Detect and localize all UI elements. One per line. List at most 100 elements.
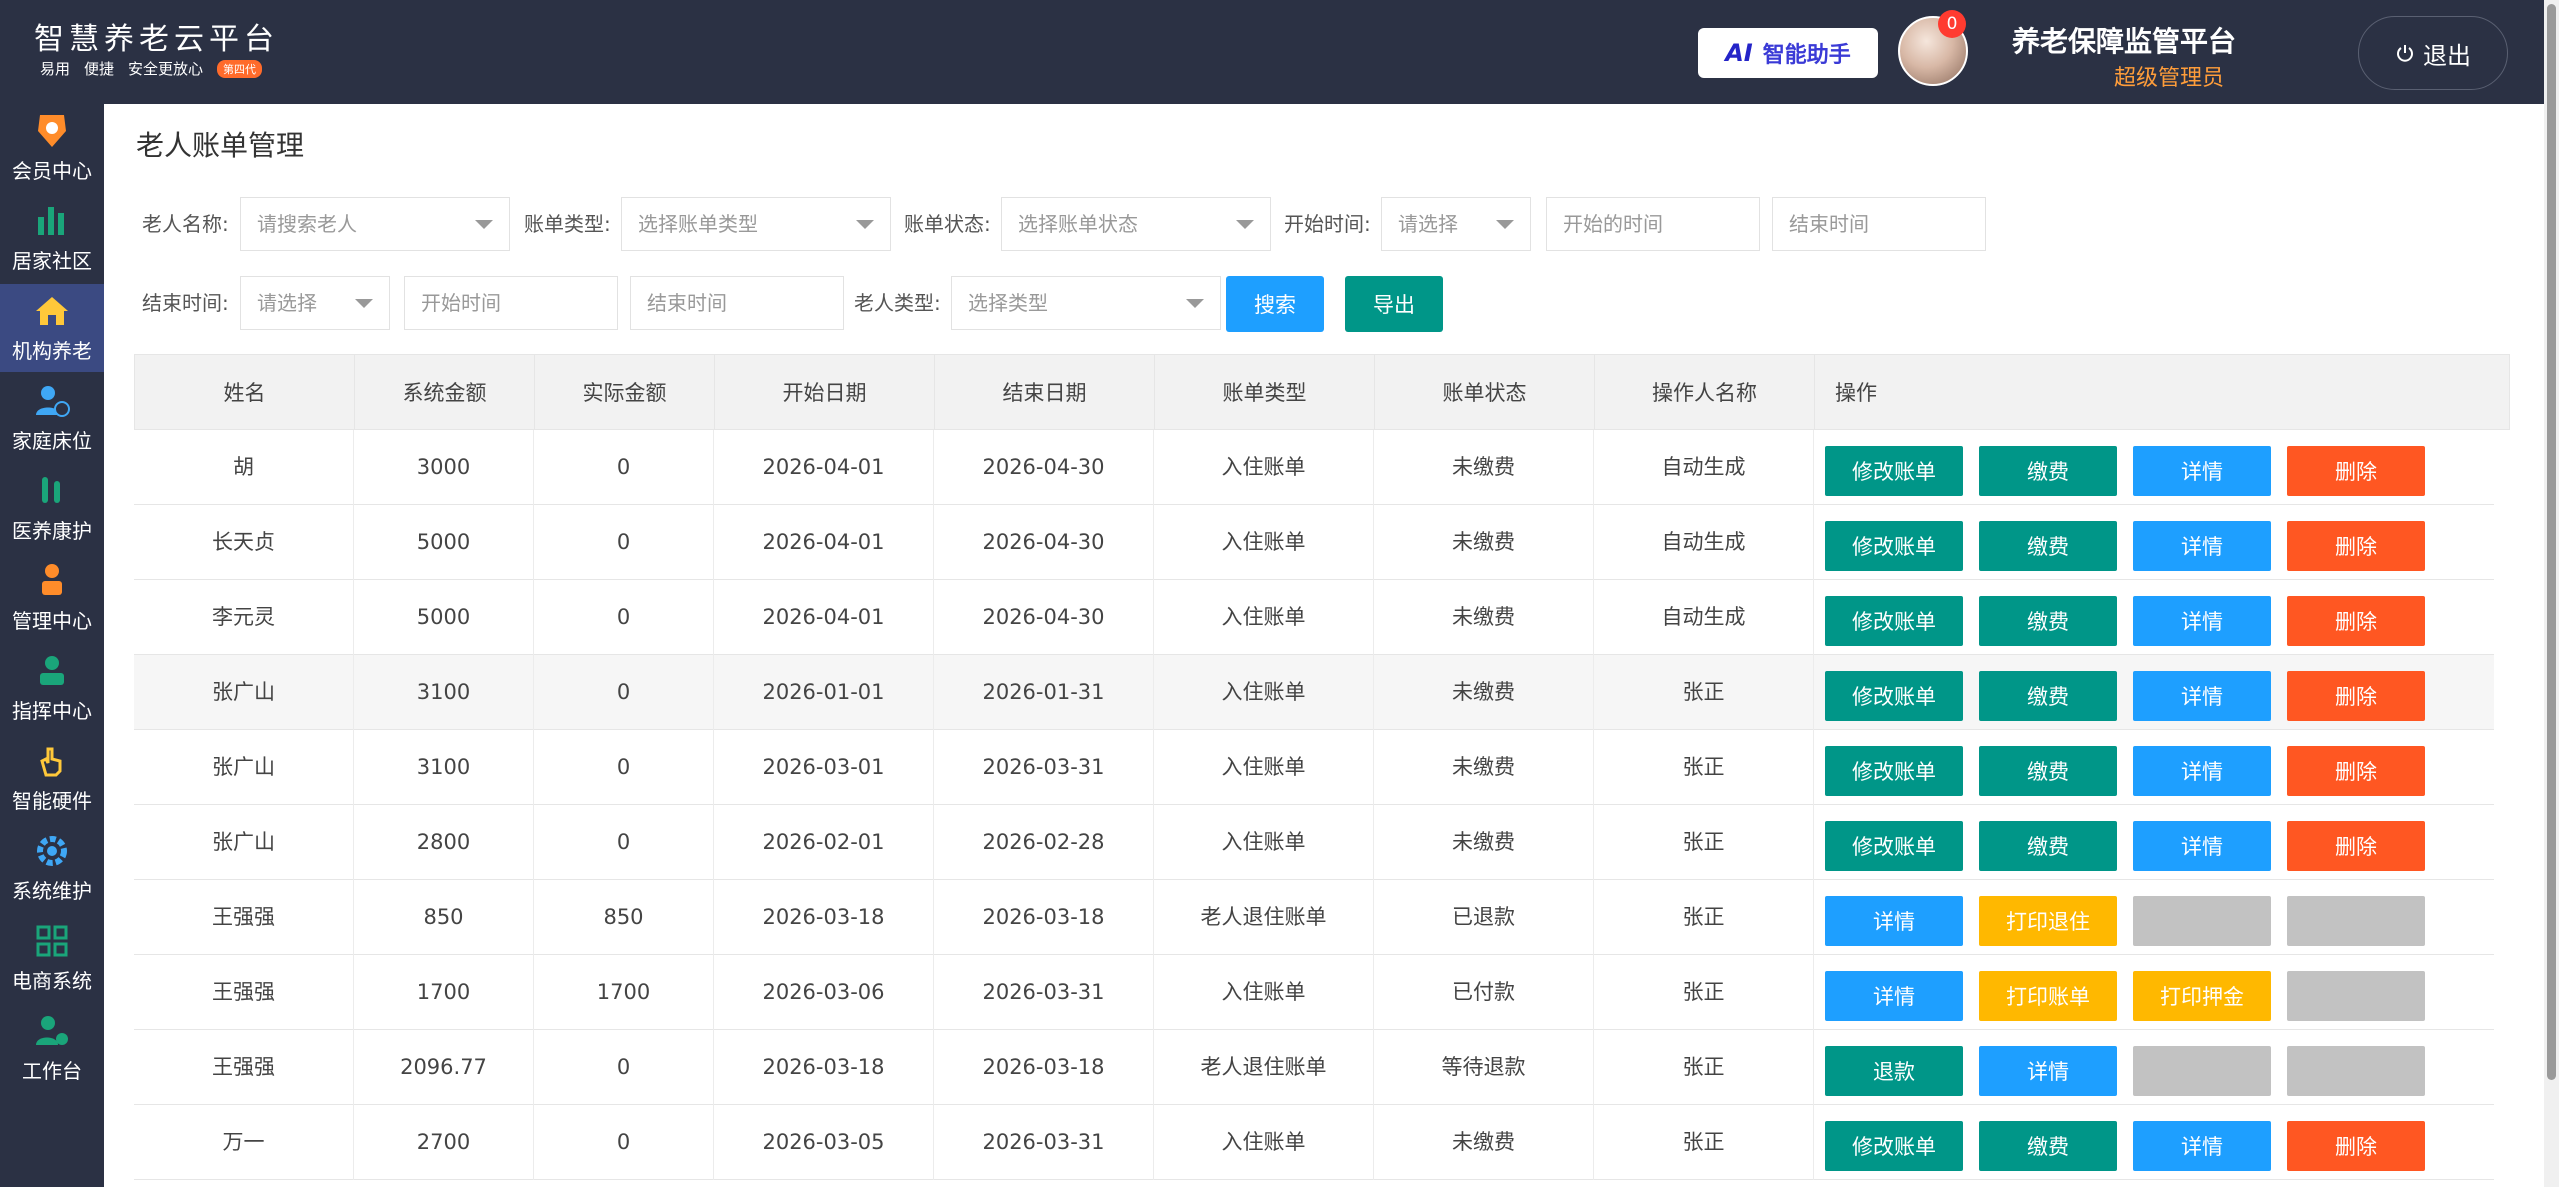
sidebar-item-command[interactable]: 指挥中心 (0, 644, 104, 732)
action-button[interactable]: 删除 (2287, 746, 2425, 796)
start-time-select-text: 请选择 (1398, 212, 1458, 236)
col-header-start-date: 开始日期 (715, 355, 935, 431)
sidebar-item-family-bed[interactable]: 家庭床位 (0, 374, 104, 462)
action-button[interactable]: 修改账单 (1825, 521, 1963, 571)
action-button[interactable]: 删除 (2287, 521, 2425, 571)
action-button[interactable]: 打印退住 (1979, 896, 2117, 946)
action-button[interactable]: 缴费 (1979, 746, 2117, 796)
action-button[interactable]: 详情 (2133, 446, 2271, 496)
subtitle-item: 安全更放心 (128, 60, 204, 78)
notification-badge[interactable]: 0 (1938, 10, 1966, 38)
cell-actual: 0 (534, 580, 714, 655)
sidebar-item-home-community[interactable]: 居家社区 (0, 194, 104, 282)
action-button[interactable]: 删除 (2287, 596, 2425, 646)
action-button[interactable]: 退款 (1825, 1046, 1963, 1096)
cell-name: 胡 (134, 430, 354, 505)
cell-type: 老人退住账单 (1154, 880, 1374, 955)
action-button[interactable]: 详情 (2133, 521, 2271, 571)
cell-sys: 3000 (354, 430, 534, 505)
chart-icon (32, 201, 72, 241)
manage-icon (32, 561, 72, 601)
sidebar-item-medical[interactable]: 医养康护 (0, 464, 104, 552)
action-button[interactable]: 详情 (2133, 746, 2271, 796)
ai-assistant-button[interactable]: AI 智能助手 (1698, 28, 1878, 78)
action-button[interactable]: 删除 (2287, 821, 2425, 871)
action-button[interactable]: 修改账单 (1825, 671, 1963, 721)
end-to-input[interactable]: 结束时间 (630, 276, 844, 330)
cell-start: 2026-03-06 (714, 955, 934, 1030)
cell-operator: 自动生成 (1594, 430, 1814, 505)
action-button[interactable]: 缴费 (1979, 596, 2117, 646)
start-to-input[interactable]: 结束时间 (1772, 197, 1986, 251)
sidebar-item-member[interactable]: 会员中心 (0, 104, 104, 192)
cell-sys: 3100 (354, 655, 534, 730)
disabled-action-button (2287, 1046, 2425, 1096)
action-button[interactable]: 修改账单 (1825, 746, 1963, 796)
action-button[interactable]: 详情 (1979, 1046, 2117, 1096)
disabled-action-button (2287, 971, 2425, 1021)
action-button[interactable]: 修改账单 (1825, 596, 1963, 646)
action-button[interactable]: 详情 (1825, 971, 1963, 1021)
end-time-select-text: 请选择 (257, 291, 317, 315)
sidebar-item-management[interactable]: 管理中心 (0, 554, 104, 642)
action-button[interactable]: 打印账单 (1979, 971, 2117, 1021)
cell-operator: 张正 (1594, 1030, 1814, 1105)
col-header-operator: 操作人名称 (1595, 355, 1815, 431)
cell-status: 未缴费 (1374, 730, 1594, 805)
end-from-input[interactable]: 开始时间 (404, 276, 618, 330)
bed-icon (32, 381, 72, 421)
export-button[interactable]: 导出 (1345, 276, 1443, 332)
action-button[interactable]: 缴费 (1979, 671, 2117, 721)
table-header: 姓名 系统金额 实际金额 开始日期 结束日期 账单类型 账单状态 操作人名称 操… (134, 354, 2510, 431)
action-button[interactable]: 详情 (2133, 596, 2271, 646)
sidebar-item-institution[interactable]: 机构养老 (0, 284, 104, 372)
elder-name-select[interactable]: 请搜索老人 (240, 197, 510, 251)
action-button[interactable]: 修改账单 (1825, 1121, 1963, 1171)
action-button[interactable]: 删除 (2287, 1121, 2425, 1171)
action-button[interactable]: 详情 (2133, 821, 2271, 871)
action-button[interactable]: 修改账单 (1825, 821, 1963, 871)
action-button[interactable]: 详情 (2133, 1121, 2271, 1171)
cell-sys: 5000 (354, 505, 534, 580)
action-button[interactable]: 缴费 (1979, 521, 2117, 571)
search-button[interactable]: 搜索 (1226, 276, 1324, 332)
bill-status-label: 账单状态: (904, 212, 991, 236)
action-button[interactable]: 缴费 (1979, 821, 2117, 871)
page-scrollbar[interactable] (2544, 0, 2559, 1187)
start-from-input[interactable]: 开始的时间 (1546, 197, 1760, 251)
cell-name: 张广山 (134, 655, 354, 730)
action-button[interactable]: 缴费 (1979, 1121, 2117, 1171)
cell-sys: 2096.77 (354, 1030, 534, 1105)
action-button[interactable]: 删除 (2287, 671, 2425, 721)
cell-start: 2026-04-01 (714, 430, 934, 505)
cell-type: 入住账单 (1154, 730, 1374, 805)
cell-type: 入住账单 (1154, 1105, 1374, 1180)
action-button[interactable]: 打印押金 (2133, 971, 2271, 1021)
action-button[interactable]: 详情 (1825, 896, 1963, 946)
sidebar-item-ecommerce[interactable]: 电商系统 (0, 914, 104, 1002)
bill-type-select[interactable]: 选择账单类型 (621, 197, 891, 251)
action-button[interactable]: 详情 (2133, 671, 2271, 721)
sidebar-item-system[interactable]: 系统维护 (0, 824, 104, 912)
action-button[interactable]: 修改账单 (1825, 446, 1963, 496)
cell-start: 2026-03-18 (714, 880, 934, 955)
sidebar-item-workbench[interactable]: 工作台 (0, 1004, 104, 1092)
end-time-select[interactable]: 请选择 (240, 276, 390, 330)
scrollbar-thumb[interactable] (2547, 4, 2556, 1080)
action-button[interactable]: 删除 (2287, 446, 2425, 496)
chevron-down-icon (1496, 220, 1514, 229)
logout-button[interactable]: 退出 (2358, 16, 2508, 90)
sidebar-item-hardware[interactable]: 智能硬件 (0, 734, 104, 822)
start-time-select[interactable]: 请选择 (1381, 197, 1531, 251)
action-button[interactable]: 缴费 (1979, 446, 2117, 496)
chevron-down-icon (1236, 220, 1254, 229)
elder-type-select[interactable]: 选择类型 (951, 276, 1221, 330)
cell-sys: 3100 (354, 730, 534, 805)
start-time-label: 开始时间: (1284, 212, 1371, 236)
cell-type: 入住账单 (1154, 430, 1374, 505)
page-title: 老人账单管理 (136, 129, 305, 162)
cell-name: 王强强 (134, 880, 354, 955)
bill-status-select[interactable]: 选择账单状态 (1001, 197, 1271, 251)
disabled-action-button (2287, 896, 2425, 946)
sidebar-item-label: 指挥中心 (12, 699, 92, 723)
